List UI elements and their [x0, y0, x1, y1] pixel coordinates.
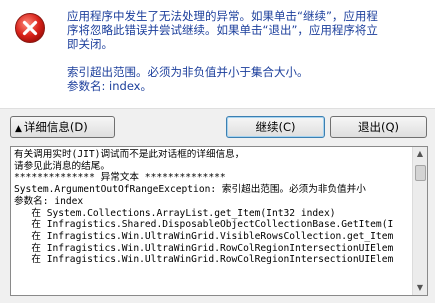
quit-button-label: 退出(Q) [357, 120, 400, 134]
details-toggle-button[interactable]: ▲ 详细信息(D) [10, 116, 115, 138]
details-line: 在 Infragistics.Win.UltraWinGrid.VisibleR… [14, 230, 394, 242]
details-textbox[interactable]: 有关调用实时(JIT)调试而不是此对话框的详细信息， 请参见此消息的结尾。 ****… [10, 146, 428, 296]
details-line: 参数名: index [14, 195, 84, 207]
exception-message: 索引超出范围。必须为非负值并小于集合大小。 [67, 65, 309, 79]
continue-button[interactable]: 继续(C) [226, 116, 325, 138]
scroll-up-icon[interactable]: ▲ [413, 147, 427, 161]
quit-button[interactable]: 退出(Q) [330, 116, 427, 138]
details-line: 请参见此消息的结尾。 [14, 160, 110, 172]
message-line: 应用程序中发生了无法处理的异常。如果单击“继续”，应用程 [67, 9, 378, 23]
details-line: System.ArgumentOutOfRangeException: 索引超出… [14, 184, 366, 196]
scroll-down-icon[interactable]: ▼ [413, 281, 427, 295]
scroll-thumb[interactable] [415, 165, 426, 181]
message-line: 序将忽略此错误并尝试继续。如果单击“退出”，应用程序将立 [67, 23, 378, 37]
error-icon [15, 13, 45, 43]
message-panel: 应用程序中发生了无法处理的异常。如果单击“继续”，应用程 序将忽略此错误并尝试继… [0, 0, 435, 108]
continue-button-label: 继续(C) [255, 120, 296, 134]
details-line: 在 Infragistics.Win.UltraWinGrid.RowColRe… [14, 254, 394, 266]
details-line: 在 System.Collections.ArrayList.get_Item(… [14, 207, 336, 219]
details-line: 有关调用实时(JIT)调试而不是此对话框的详细信息， [14, 149, 245, 160]
divider [0, 108, 435, 109]
details-text: 有关调用实时(JIT)调试而不是此对话框的详细信息， 请参见此消息的结尾。 ****… [14, 149, 412, 295]
error-message: 应用程序中发生了无法处理的异常。如果单击“继续”，应用程 序将忽略此错误并尝试继… [67, 9, 422, 93]
details-line: 在 Infragistics.Shared.DisposableObjectCo… [14, 219, 394, 231]
details-button-label: 详细信息(D) [23, 120, 88, 134]
vertical-scrollbar[interactable]: ▲ ▼ [412, 147, 427, 295]
details-line: ************** 异常文本 ************** [14, 172, 226, 184]
message-line: 即关闭。 [67, 37, 113, 51]
details-line: 在 Infragistics.Win.UltraWinGrid.RowColRe… [14, 242, 394, 254]
collapse-arrow-icon: ▲ [15, 124, 22, 134]
parameter-name: 参数名: index。 [67, 79, 152, 93]
